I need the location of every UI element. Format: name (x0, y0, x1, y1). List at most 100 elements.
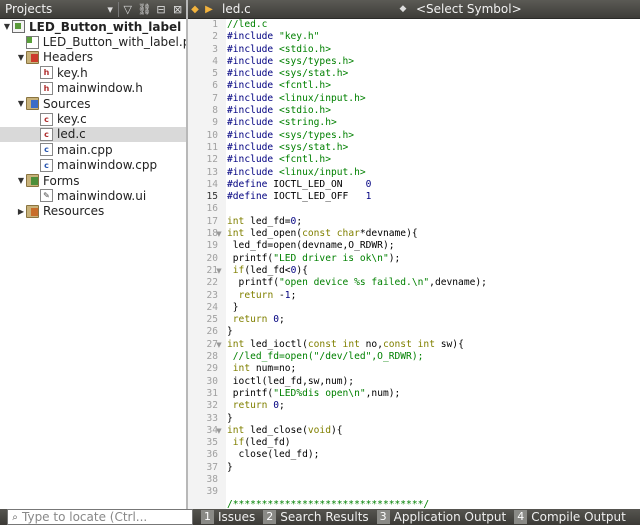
symbol-selector[interactable]: <Select Symbol> (410, 2, 522, 16)
code-line[interactable]: } (227, 326, 640, 338)
code-token: return (238, 289, 274, 301)
code-token: led_ioctl( (244, 338, 308, 350)
code-line[interactable]: #include <stdio.h> (227, 44, 640, 56)
code-line[interactable]: /*********************************/ (227, 499, 640, 509)
open-file-name[interactable]: led.c (216, 2, 396, 16)
code-line[interactable]: } (227, 462, 640, 474)
code-line[interactable]: printf("LED driver is ok\n"); (227, 253, 640, 265)
code-line[interactable]: if(led_fd<0){ (227, 265, 640, 277)
output-tab[interactable]: 4 Compile Output (514, 509, 626, 525)
code-line[interactable]: int led_ioctl(const int no,const int sw)… (227, 339, 640, 351)
back-arrow-icon[interactable]: ◆ (188, 4, 202, 15)
tree-item[interactable]: ▼ Headers (0, 50, 186, 65)
code-token: if (232, 437, 245, 449)
code-line[interactable]: close(led_fd); (227, 449, 640, 461)
tree-item[interactable]: ▼ Sources (0, 96, 186, 111)
code-token: <sys/stat.h> (278, 141, 349, 153)
code-line[interactable]: ioctl(led_fd,sw,num); (227, 376, 640, 388)
forward-arrow-icon[interactable]: ▶ (202, 4, 216, 15)
code-line[interactable]: #include <stdio.h> (227, 105, 640, 117)
code-line[interactable]: return 0; (227, 400, 640, 412)
tree-item[interactable]: c key.c (0, 111, 186, 126)
collapse-arrow-icon[interactable]: ▶ (16, 207, 26, 216)
code-line[interactable]: #include <sys/types.h> (227, 130, 640, 142)
fold-marker-icon[interactable]: ▼ (212, 339, 226, 351)
filter-icon[interactable]: ▽ (119, 1, 136, 18)
code-token: } (227, 412, 233, 424)
code-token: 1 (365, 191, 372, 203)
fold-marker-icon[interactable]: ▼ (212, 425, 226, 437)
tree-item[interactable]: ▶ Resources (0, 204, 186, 219)
tree-item[interactable]: LED_Button_with_label.p (0, 34, 186, 49)
code-area[interactable]: //led.c #include "key.h" #include <stdio.h… (227, 19, 640, 509)
cpp-file-icon: c (40, 143, 53, 157)
code-line[interactable]: int led_close(void){ (227, 425, 640, 437)
code-line[interactable]: int led_open(const char*devname){ (227, 228, 640, 240)
code-line[interactable]: #include <sys/stat.h> (227, 68, 640, 80)
expand-arrow-icon[interactable]: ▼ (2, 22, 12, 31)
code-line[interactable] (227, 203, 640, 215)
output-tab[interactable]: 1 Issues (201, 509, 255, 525)
code-token: no, (359, 338, 383, 350)
tree-item[interactable]: ▼ Forms (0, 173, 186, 188)
projects-title[interactable]: Projects (0, 2, 102, 16)
code-line[interactable]: #include <linux/input.h> (227, 93, 640, 105)
code-line[interactable]: printf("open device %s failed.\n",devnam… (227, 277, 640, 289)
tree-item[interactable]: h mainwindow.h (0, 81, 186, 96)
tree-item[interactable]: c led.c (0, 126, 186, 143)
code-line[interactable]: #include <fcntl.h> (227, 80, 640, 92)
code-line[interactable]: return -1; (227, 290, 640, 302)
link-icon[interactable]: ⛓ (136, 1, 153, 18)
code-line[interactable]: #include <string.h> (227, 117, 640, 129)
code-line[interactable]: #include <sys/types.h> (227, 56, 640, 68)
code-line[interactable]: } (227, 302, 640, 314)
code-line[interactable]: #include <fcntl.h> (227, 154, 640, 166)
code-line[interactable]: #include <linux/input.h> (227, 167, 640, 179)
code-line[interactable]: //led_fd=open("/dev/led",O_RDWR); (227, 351, 640, 363)
expand-arrow-icon[interactable]: ▼ (16, 176, 26, 185)
code-line[interactable]: #define IOCTL_LED_OFF 1 (227, 191, 640, 203)
dropdown-icon[interactable]: ▾ (102, 1, 119, 18)
expand-arrow-icon[interactable]: ▼ (16, 99, 26, 108)
fold-marker-icon[interactable]: ▼ (212, 265, 226, 277)
code-token: return (232, 314, 268, 326)
code-line[interactable]: #define IOCTL_LED_ON 0 (227, 179, 640, 191)
code-line[interactable]: } (227, 413, 640, 425)
c-file-icon: c (40, 112, 53, 126)
code-line[interactable]: #include <sys/stat.h> (227, 142, 640, 154)
output-tab[interactable]: 2 Search Results (263, 509, 369, 525)
tree-item[interactable]: ▼ LED_Button_with_label (0, 19, 186, 34)
tree-item[interactable]: c main.cpp (0, 142, 186, 157)
code-token: #define (227, 191, 274, 203)
output-tab[interactable]: 3 Application Output (376, 509, 506, 525)
tree-item[interactable]: h key.h (0, 65, 186, 80)
code-line[interactable]: led_fd=open(devname,O_RDWR); (227, 240, 640, 252)
code-line[interactable]: printf("LED%dis open\n",num); (227, 388, 640, 400)
code-line[interactable] (227, 474, 640, 486)
fold-marker-icon[interactable]: ▼ (212, 228, 226, 240)
locator-input[interactable]: ⌕ Type to locate (Ctrl... (7, 509, 193, 525)
split-icon[interactable]: ⊟ (153, 1, 170, 18)
tree-item[interactable]: ✎ mainwindow.ui (0, 188, 186, 203)
code-line[interactable]: return 0; (227, 314, 640, 326)
code-line[interactable] (227, 486, 640, 498)
expand-arrow-icon[interactable]: ▼ (16, 53, 26, 62)
code-line[interactable]: if(led_fd) (227, 437, 640, 449)
code-line[interactable]: #include "key.h" (227, 31, 640, 43)
file-dropdown-icon[interactable]: ◆ (396, 4, 410, 14)
code-line[interactable]: int num=no; (227, 363, 640, 375)
pro-file-icon (25, 35, 39, 49)
code-line[interactable]: int led_fd=0; (227, 216, 640, 228)
code-token: #include (227, 129, 279, 141)
close-icon[interactable]: ⊠ (169, 1, 186, 18)
code-line[interactable]: //led.c (227, 19, 640, 31)
code-token: "key.h" (278, 31, 320, 43)
tree-item[interactable]: c mainwindow.cpp (0, 158, 186, 173)
